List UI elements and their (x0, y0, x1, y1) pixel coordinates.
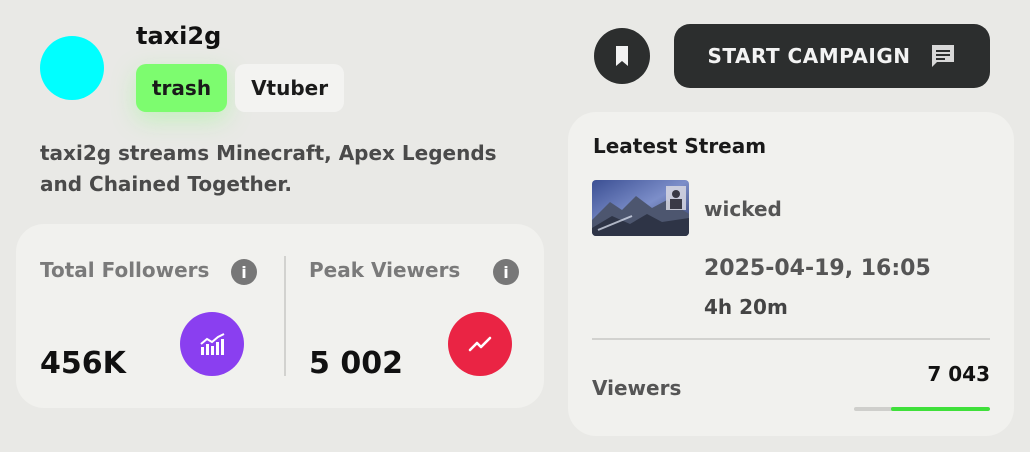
tag-list: trash Vtuber (136, 64, 345, 112)
channel-profile-panel: taxi2g trash Vtuber taxi2g streams Minec… (0, 0, 1030, 452)
trend-up-icon (448, 312, 512, 376)
tag-trash[interactable]: trash (136, 64, 228, 112)
stats-card: Total Followers i 456K Peak Viewers i 5 … (16, 224, 544, 408)
stream-divider (592, 338, 990, 340)
message-icon (931, 45, 954, 67)
bookmark-button[interactable] (594, 28, 650, 84)
start-campaign-button[interactable]: START CAMPAIGN (674, 24, 990, 88)
followers-label: Total Followers (40, 258, 210, 282)
info-icon[interactable]: i (231, 259, 257, 285)
stats-divider (284, 256, 286, 376)
stream-thumbnail[interactable] (592, 180, 689, 236)
followers-value: 456K (40, 346, 126, 381)
latest-stream-title: Leatest Stream (593, 134, 767, 158)
username: taxi2g (136, 22, 222, 50)
peak-viewers-value: 5 002 (309, 346, 403, 381)
peak-viewers-label: Peak Viewers (309, 258, 461, 282)
latest-stream-card: Leatest Stream wicked 2025-04-19, 16:05 … (568, 112, 1014, 436)
viewers-label: Viewers (592, 376, 682, 400)
info-icon[interactable]: i (493, 259, 519, 285)
stream-duration: 4h 20m (704, 295, 788, 319)
viewers-progress-bar (854, 407, 990, 411)
tag-vtuber[interactable]: Vtuber (235, 64, 345, 112)
channel-bio: taxi2g streams Minecraft, Apex Legends a… (40, 141, 497, 196)
avatar (40, 36, 104, 100)
viewers-value: 7 043 (927, 362, 990, 386)
start-campaign-label: START CAMPAIGN (707, 44, 911, 68)
chart-bars-icon (180, 312, 244, 376)
bookmark-icon (616, 46, 628, 66)
stream-name: wicked (704, 197, 782, 221)
viewers-progress-fill (890, 407, 990, 411)
stream-date: 2025-04-19, 16:05 (704, 256, 931, 281)
